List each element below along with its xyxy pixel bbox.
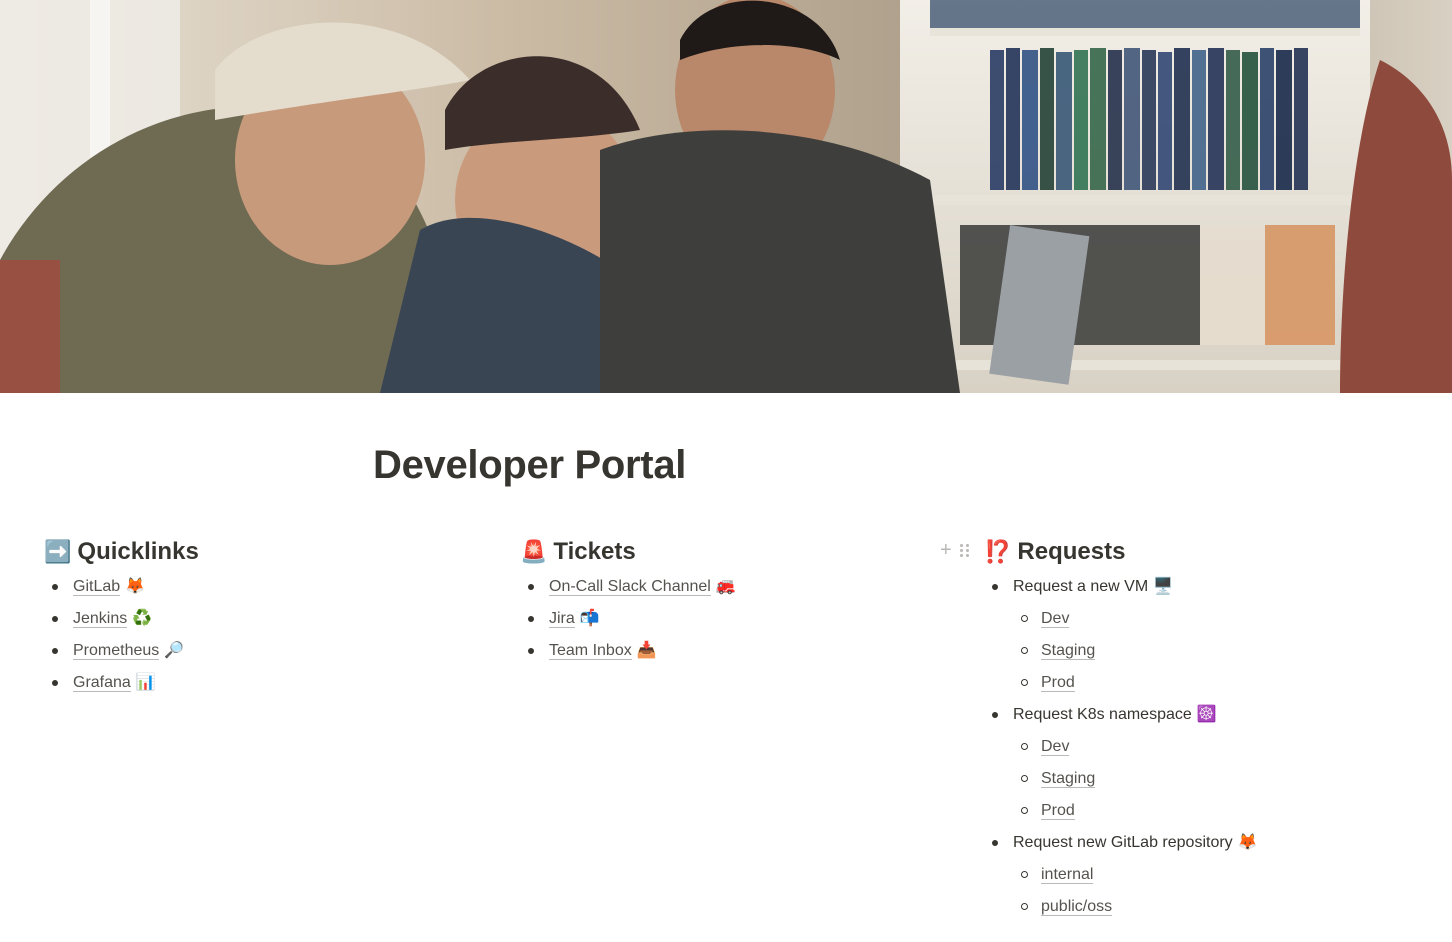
- bullet-icon: [528, 648, 534, 654]
- link-vm-staging[interactable]: Staging: [1041, 642, 1096, 660]
- link-prometheus[interactable]: Prometheus: [73, 642, 160, 660]
- quicklinks-heading: ➡️ Quicklinks: [44, 534, 464, 570]
- list-item: Request new GitLab repository 🦊: [984, 827, 1424, 859]
- fox-icon: 🦊: [1237, 834, 1258, 851]
- helm-wheel-icon: ☸️: [1196, 706, 1217, 723]
- request-vm-label: Request a new VM: [1013, 578, 1149, 595]
- quicklinks-section: ➡️ Quicklinks GitLab 🦊 Jenkins ♻️ Promethe…: [44, 534, 464, 699]
- bullet-icon: [52, 680, 58, 686]
- list-item: internal: [984, 859, 1424, 891]
- list-item: Request K8s namespace ☸️: [984, 699, 1424, 731]
- hollow-bullet-icon: [1021, 743, 1028, 750]
- requests-heading: ⁉️ Requests: [984, 534, 1424, 570]
- link-repo-internal[interactable]: internal: [1041, 866, 1094, 884]
- list-item: Grafana 📊: [44, 667, 464, 699]
- quicklinks-heading-label: Quicklinks: [77, 538, 199, 565]
- link-k8s-prod[interactable]: Prod: [1041, 802, 1075, 820]
- link-team-inbox[interactable]: Team Inbox: [549, 642, 632, 660]
- mailbox-icon: 📬: [579, 610, 600, 627]
- bullet-icon: [992, 584, 998, 590]
- quicklinks-list: GitLab 🦊 Jenkins ♻️ Prometheus 🔎 Grafana 📊: [44, 571, 464, 699]
- bullet-icon: [528, 584, 534, 590]
- hollow-bullet-icon: [1021, 807, 1028, 814]
- link-grafana[interactable]: Grafana: [73, 674, 131, 692]
- link-k8s-staging[interactable]: Staging: [1041, 770, 1096, 788]
- request-gitlab-repo-label: Request new GitLab repository: [1013, 834, 1233, 851]
- arrow-right-icon: ➡️: [44, 539, 72, 564]
- hollow-bullet-icon: [1021, 615, 1028, 622]
- list-item: Team Inbox 📥: [520, 635, 920, 667]
- add-block-icon[interactable]: +: [940, 540, 952, 560]
- list-item: Prod: [984, 667, 1424, 699]
- list-item: Prod: [984, 795, 1424, 827]
- bar-chart-icon: 📊: [135, 674, 156, 691]
- siren-icon: 🚨: [520, 539, 548, 564]
- fox-icon: 🦊: [125, 578, 146, 595]
- request-k8s-label: Request K8s namespace: [1013, 706, 1192, 723]
- link-jenkins[interactable]: Jenkins: [73, 610, 128, 628]
- tickets-heading-label: Tickets: [553, 538, 636, 565]
- hollow-bullet-icon: [1021, 903, 1028, 910]
- hollow-bullet-icon: [1021, 775, 1028, 782]
- block-handles: +: [940, 540, 969, 560]
- recycle-icon: ♻️: [132, 610, 153, 627]
- tickets-list: On-Call Slack Channel 🚒 Jira 📬 Team Inbox 📥: [520, 571, 920, 667]
- cover-image: [0, 0, 1452, 393]
- link-jira[interactable]: Jira: [549, 610, 575, 628]
- link-k8s-dev[interactable]: Dev: [1041, 738, 1070, 756]
- hollow-bullet-icon: [1021, 647, 1028, 654]
- list-item: Jenkins ♻️: [44, 603, 464, 635]
- list-item: Jira 📬: [520, 603, 920, 635]
- link-vm-prod[interactable]: Prod: [1041, 674, 1075, 692]
- inbox-tray-icon: 📥: [636, 642, 657, 659]
- link-gitlab[interactable]: GitLab: [73, 578, 121, 596]
- link-on-call-slack[interactable]: On-Call Slack Channel: [549, 578, 711, 596]
- list-item: Request a new VM 🖥️: [984, 571, 1424, 603]
- bullet-icon: [52, 616, 58, 622]
- bullet-icon: [52, 648, 58, 654]
- list-item: On-Call Slack Channel 🚒: [520, 571, 920, 603]
- tickets-heading: 🚨 Tickets: [520, 534, 920, 570]
- list-item: public/oss: [984, 891, 1424, 923]
- tickets-section: 🚨 Tickets On-Call Slack Channel 🚒 Jira 📬 T…: [520, 534, 920, 667]
- list-item: Prometheus 🔎: [44, 635, 464, 667]
- hollow-bullet-icon: [1021, 871, 1028, 878]
- cover-photo-illustration: [0, 0, 1452, 393]
- magnifier-icon: 🔎: [164, 642, 185, 659]
- bullet-icon: [992, 840, 998, 846]
- bullet-icon: [992, 712, 998, 718]
- fire-engine-icon: 🚒: [715, 578, 736, 595]
- list-item: GitLab 🦊: [44, 571, 464, 603]
- page-title: Developer Portal: [373, 443, 687, 487]
- requests-section: + ⁉️ Requests Request a new VM 🖥️ Dev Sta…: [940, 534, 1424, 923]
- drag-handle-icon[interactable]: [959, 543, 969, 557]
- desktop-computer-icon: 🖥️: [1153, 578, 1174, 595]
- link-vm-dev[interactable]: Dev: [1041, 610, 1070, 628]
- link-repo-public-oss[interactable]: public/oss: [1041, 898, 1113, 916]
- list-item: Staging: [984, 635, 1424, 667]
- requests-heading-label: Requests: [1017, 538, 1126, 565]
- list-item: Staging: [984, 763, 1424, 795]
- list-item: Dev: [984, 731, 1424, 763]
- bullet-icon: [52, 584, 58, 590]
- requests-list: Request a new VM 🖥️ Dev Staging Prod Requ…: [984, 571, 1424, 923]
- list-item: Dev: [984, 603, 1424, 635]
- bullet-icon: [528, 616, 534, 622]
- hollow-bullet-icon: [1021, 679, 1028, 686]
- interrobang-icon: ⁉️: [984, 539, 1012, 564]
